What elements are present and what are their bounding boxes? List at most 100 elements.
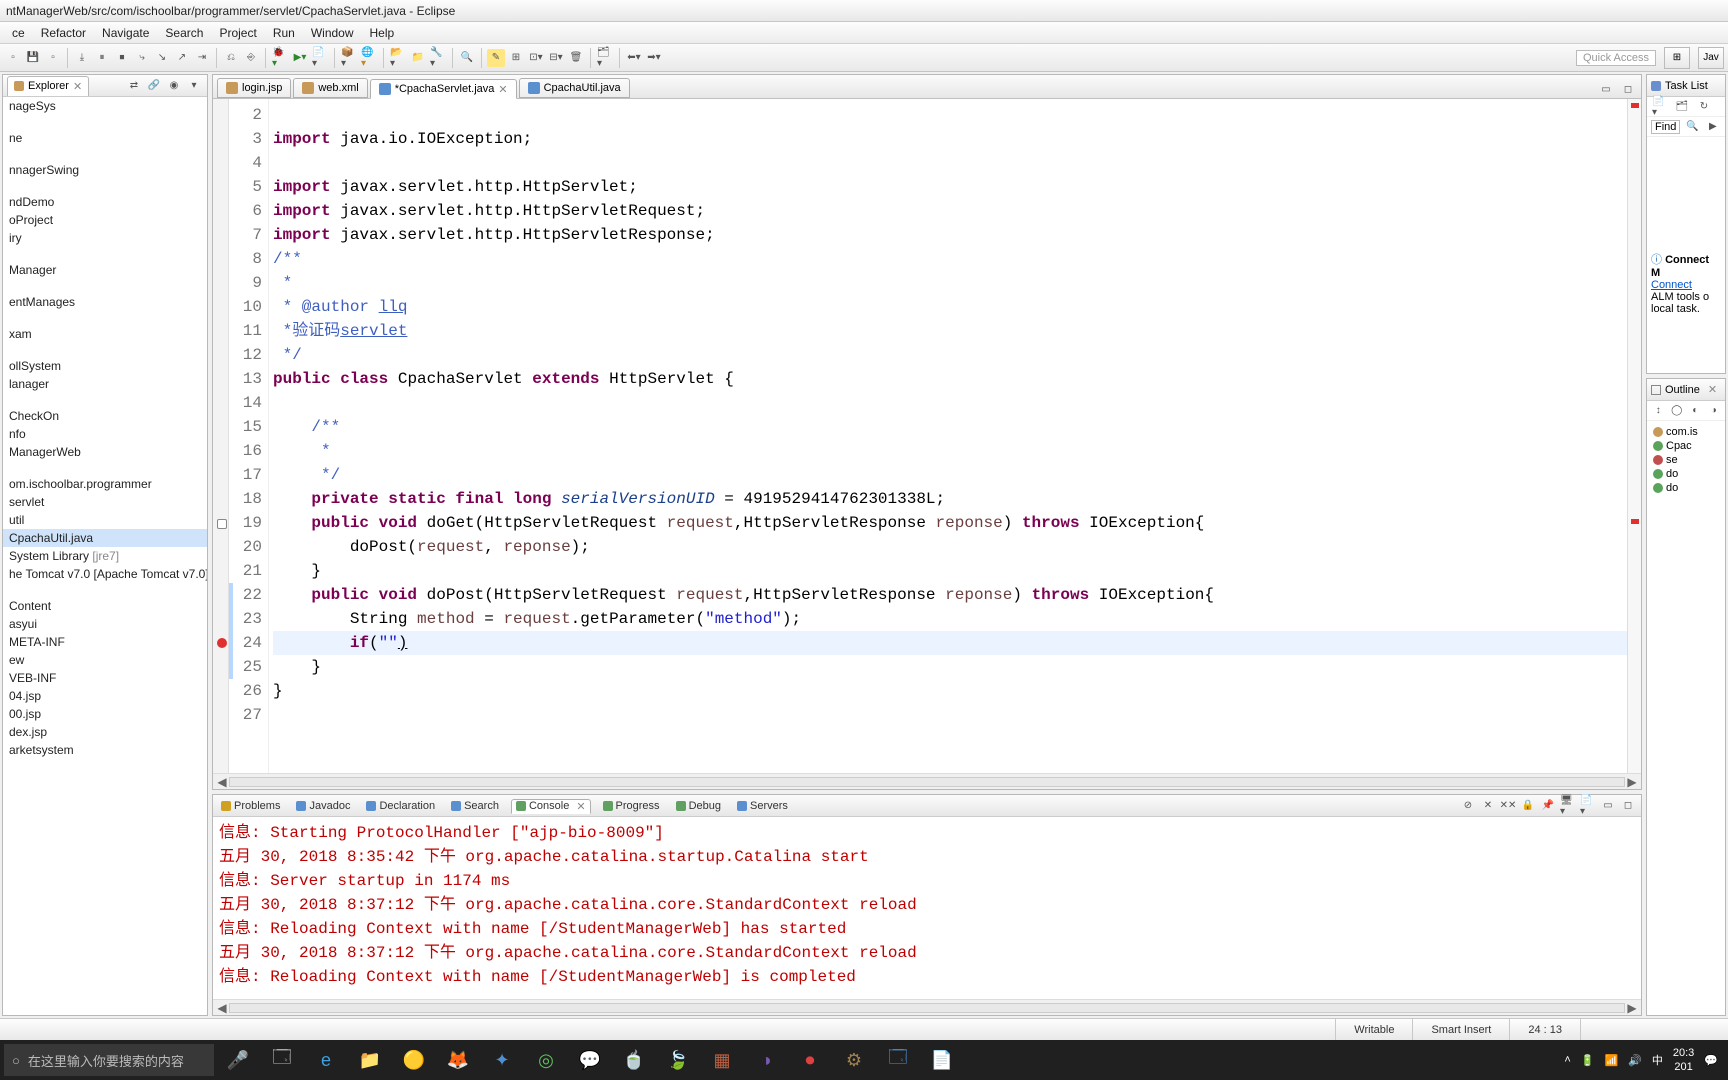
- tree-item[interactable]: System Library [jre7]: [3, 547, 207, 565]
- tree-item[interactable]: servlet: [3, 493, 207, 511]
- bottom-tab-debug[interactable]: Debug: [672, 800, 725, 812]
- menu-item-search[interactable]: Search: [157, 26, 211, 40]
- outline-item[interactable]: se: [1651, 453, 1721, 467]
- focus-task-icon[interactable]: ◉: [165, 77, 183, 95]
- menu-item-project[interactable]: Project: [211, 26, 264, 40]
- bottom-tab-javadoc[interactable]: Javadoc: [292, 800, 354, 812]
- tree-item[interactable]: ManagerWeb: [3, 443, 207, 461]
- scroll-left-icon[interactable]: ◀: [215, 1001, 229, 1015]
- tree-item[interactable]: 00.jsp: [3, 705, 207, 723]
- tree-item[interactable]: xam: [3, 325, 207, 343]
- toolbar-button[interactable]: ⤷: [133, 49, 151, 67]
- explorer-body[interactable]: nageSysnennagerSwingndDemooProjectiryMan…: [3, 97, 207, 1015]
- tree-item[interactable]: he Tomcat v7.0 [Apache Tomcat v7.0]: [3, 565, 207, 583]
- notifications-icon[interactable]: 💬: [1704, 1054, 1718, 1067]
- toolbar-button[interactable]: 📄▾: [311, 49, 329, 67]
- view-menu-icon[interactable]: ▾: [185, 77, 203, 95]
- toolbar-button[interactable]: ⊞: [507, 49, 525, 67]
- code-editor[interactable]: 2345678910111213141516171819202122232425…: [213, 99, 1641, 773]
- menu-item-window[interactable]: Window: [303, 26, 362, 40]
- run-icon[interactable]: ▶▾: [291, 49, 309, 67]
- app-icon[interactable]: 📄: [922, 1040, 962, 1080]
- bottom-tab-problems[interactable]: Problems: [217, 800, 284, 812]
- app-icon[interactable]: 🍃: [658, 1040, 698, 1080]
- app-icon[interactable]: 🍵: [614, 1040, 654, 1080]
- wechat-icon[interactable]: 💬: [570, 1040, 610, 1080]
- tree-item[interactable]: iry: [3, 229, 207, 247]
- toolbar-button[interactable]: ↗: [173, 49, 191, 67]
- collapse-all-icon[interactable]: ⇄: [125, 77, 143, 95]
- chrome-icon[interactable]: 🟡: [394, 1040, 434, 1080]
- scroll-track[interactable]: [229, 777, 1625, 787]
- code-body[interactable]: import java.io.IOException; import javax…: [269, 99, 1627, 773]
- tree-item[interactable]: ollSystem: [3, 357, 207, 375]
- console-clear-icon[interactable]: ⊘: [1459, 797, 1477, 815]
- console-pin-icon[interactable]: 📌: [1539, 797, 1557, 815]
- open-perspective-button[interactable]: ⊞: [1664, 47, 1690, 69]
- taskbar-tray[interactable]: ˄ 🔋 📶 🔊 中 20:3201 💬: [1564, 1046, 1724, 1074]
- search-icon[interactable]: 🔍: [458, 49, 476, 67]
- tree-item[interactable]: 04.jsp: [3, 687, 207, 705]
- scroll-left-icon[interactable]: ◀: [215, 775, 229, 789]
- toolbar-button[interactable]: ⎆: [242, 49, 260, 67]
- editor-tab[interactable]: login.jsp: [217, 78, 291, 98]
- wifi-icon[interactable]: 📶: [1604, 1054, 1618, 1067]
- toolbar-button[interactable]: ⤓: [73, 49, 91, 67]
- console-remove-all-icon[interactable]: ✕✕: [1499, 797, 1517, 815]
- battery-icon[interactable]: 🔋: [1581, 1054, 1595, 1067]
- outline-hide-static-icon[interactable]: ◐: [1688, 402, 1703, 420]
- tree-item[interactable]: oProject: [3, 211, 207, 229]
- toolbar-button[interactable]: ⎌: [222, 49, 240, 67]
- bottom-tab-progress[interactable]: Progress: [599, 800, 664, 812]
- toolbar-button[interactable]: 🗑: [567, 49, 585, 67]
- console-remove-icon[interactable]: ✕: [1479, 797, 1497, 815]
- outline-item[interactable]: com.is: [1651, 425, 1721, 439]
- maximize-icon[interactable]: ◻: [1619, 80, 1637, 98]
- edge-icon[interactable]: e: [306, 1040, 346, 1080]
- tree-item[interactable]: nageSys: [3, 97, 207, 115]
- editor-tab[interactable]: *CpachaServlet.java✕: [370, 79, 517, 99]
- console-display-icon[interactable]: 🖥▾: [1559, 797, 1577, 815]
- record-icon[interactable]: ⏺: [790, 1040, 830, 1080]
- task-find-input[interactable]: Find: [1651, 120, 1680, 134]
- tree-item[interactable]: entManages: [3, 293, 207, 311]
- tree-item[interactable]: lanager: [3, 375, 207, 393]
- tree-item[interactable]: nfo: [3, 425, 207, 443]
- outline-hide-nonpublic-icon[interactable]: ◑: [1707, 402, 1722, 420]
- console-scroll-lock-icon[interactable]: 🔒: [1519, 797, 1537, 815]
- debug-icon[interactable]: 🐞▾: [271, 49, 289, 67]
- outline-item[interactable]: Cpac: [1651, 439, 1721, 453]
- tree-item[interactable]: VEB-INF: [3, 669, 207, 687]
- outline-item[interactable]: do: [1651, 481, 1721, 495]
- toolbar-button[interactable]: ↘: [153, 49, 171, 67]
- toolbar-button[interactable]: ✎: [487, 49, 505, 67]
- tree-item[interactable]: dex.jsp: [3, 723, 207, 741]
- maximize-icon[interactable]: ◻: [1619, 797, 1637, 815]
- overview-error-marker[interactable]: [1631, 519, 1639, 524]
- tree-item[interactable]: ne: [3, 129, 207, 147]
- toolbar-button[interactable]: ⇥: [193, 49, 211, 67]
- java-perspective-button[interactable]: Jav: [1698, 47, 1724, 69]
- bottom-tab-declaration[interactable]: Declaration: [362, 800, 439, 812]
- editor-tab[interactable]: web.xml: [293, 78, 367, 98]
- toolbar-button[interactable]: 📂▾: [389, 49, 407, 67]
- toolbar-button[interactable]: ▫: [4, 49, 22, 67]
- link-editor-icon[interactable]: 🔗: [145, 77, 163, 95]
- mic-icon[interactable]: 🎤: [218, 1040, 258, 1080]
- tree-item[interactable]: nnagerSwing: [3, 161, 207, 179]
- overview-error-marker[interactable]: [1631, 103, 1639, 108]
- close-icon[interactable]: ✕: [73, 80, 82, 93]
- tree-item[interactable]: util: [3, 511, 207, 529]
- close-icon[interactable]: ✕: [1708, 383, 1717, 396]
- toolbar-button[interactable]: 📁: [409, 49, 427, 67]
- toolbar-button[interactable]: ⊡▾: [527, 49, 545, 67]
- outline-hide-fields-icon[interactable]: ◯: [1670, 402, 1685, 420]
- bottom-tab-console[interactable]: Console✕: [511, 799, 591, 814]
- toolbar-button[interactable]: ⏹: [113, 49, 131, 67]
- task-category-icon[interactable]: 🗂: [1673, 98, 1691, 116]
- minimize-icon[interactable]: ▭: [1597, 80, 1615, 98]
- app-icon[interactable]: ▦: [702, 1040, 742, 1080]
- tray-up-icon[interactable]: ˄: [1564, 1054, 1570, 1066]
- task-activate-icon[interactable]: ▶: [1705, 118, 1721, 136]
- tree-item[interactable]: om.ischoolbar.programmer: [3, 475, 207, 493]
